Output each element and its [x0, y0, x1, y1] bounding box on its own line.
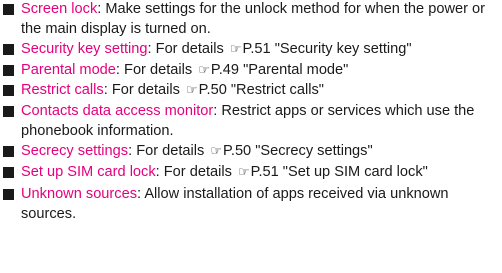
settings-list: Screen lock: Make settings for the unloc… [0, 0, 502, 226]
reference-hand-icon: ☞ [210, 144, 223, 160]
reference-hand-icon: ☞ [198, 62, 210, 78]
item-prefix: For details [124, 61, 197, 78]
reference-hand-icon: ☞ [229, 42, 242, 58]
item-term: Parental mode [21, 61, 116, 78]
list-item-parental-mode: Parental mode: For details ☞P.49 "Parent… [0, 61, 502, 81]
item-separator: : [115, 61, 125, 78]
item-term: Unknown sources [21, 186, 137, 203]
list-item-screen-lock: Screen lock: Make settings for the unloc… [0, 0, 502, 39]
square-bullet-icon [3, 146, 14, 158]
item-page-reference: P.50 "Restrict calls" [198, 82, 324, 99]
item-separator: : [103, 82, 112, 99]
item-term: Secrecy settings [21, 143, 129, 160]
list-item-set-up-sim-card-lock: Set up SIM card lock: For details ☞P.51 … [0, 163, 502, 183]
list-item-restrict-calls: Restrict calls: For details ☞P.50 "Restr… [0, 81, 502, 101]
square-bullet-icon [3, 189, 14, 201]
item-term: Security key setting [21, 41, 148, 58]
square-bullet-icon [3, 85, 14, 97]
square-bullet-icon [3, 44, 14, 56]
reference-hand-icon: ☞ [186, 83, 198, 99]
item-term: Set up SIM card lock [21, 163, 156, 180]
square-bullet-icon [3, 4, 14, 15]
list-item-secrecy-settings: Secrecy settings: For details ☞P.50 "Sec… [0, 142, 502, 162]
list-item-security-key-setting: Security key setting: For details ☞P.51 … [0, 40, 502, 60]
item-prefix: For details [155, 41, 228, 58]
item-prefix: For details [163, 163, 236, 180]
item-page-reference: P.49 "Parental mode" [210, 61, 349, 78]
item-prefix: For details [136, 143, 209, 160]
list-item-contacts-data-access-monitor: Contacts data access monitor: Restrict a… [0, 102, 502, 141]
item-page-reference: P.51 "Set up SIM card lock" [250, 163, 428, 180]
square-bullet-icon [3, 105, 14, 117]
item-term: Contacts data access monitor [21, 102, 214, 119]
list-item-unknown-sources: Unknown sources: Allow installation of a… [0, 185, 502, 224]
item-prefix: For details [111, 82, 185, 99]
square-bullet-icon [3, 166, 14, 178]
item-page-reference: P.50 "Secrecy settings" [223, 143, 373, 160]
item-page-reference: P.51 "Security key setting" [242, 41, 412, 58]
item-separator: : [128, 143, 137, 160]
reference-hand-icon: ☞ [237, 164, 250, 180]
item-term: Restrict calls [21, 82, 104, 99]
item-term: Screen lock [21, 1, 98, 17]
item-separator: : [147, 41, 156, 58]
square-bullet-icon [3, 64, 14, 76]
item-separator: : [155, 163, 164, 180]
